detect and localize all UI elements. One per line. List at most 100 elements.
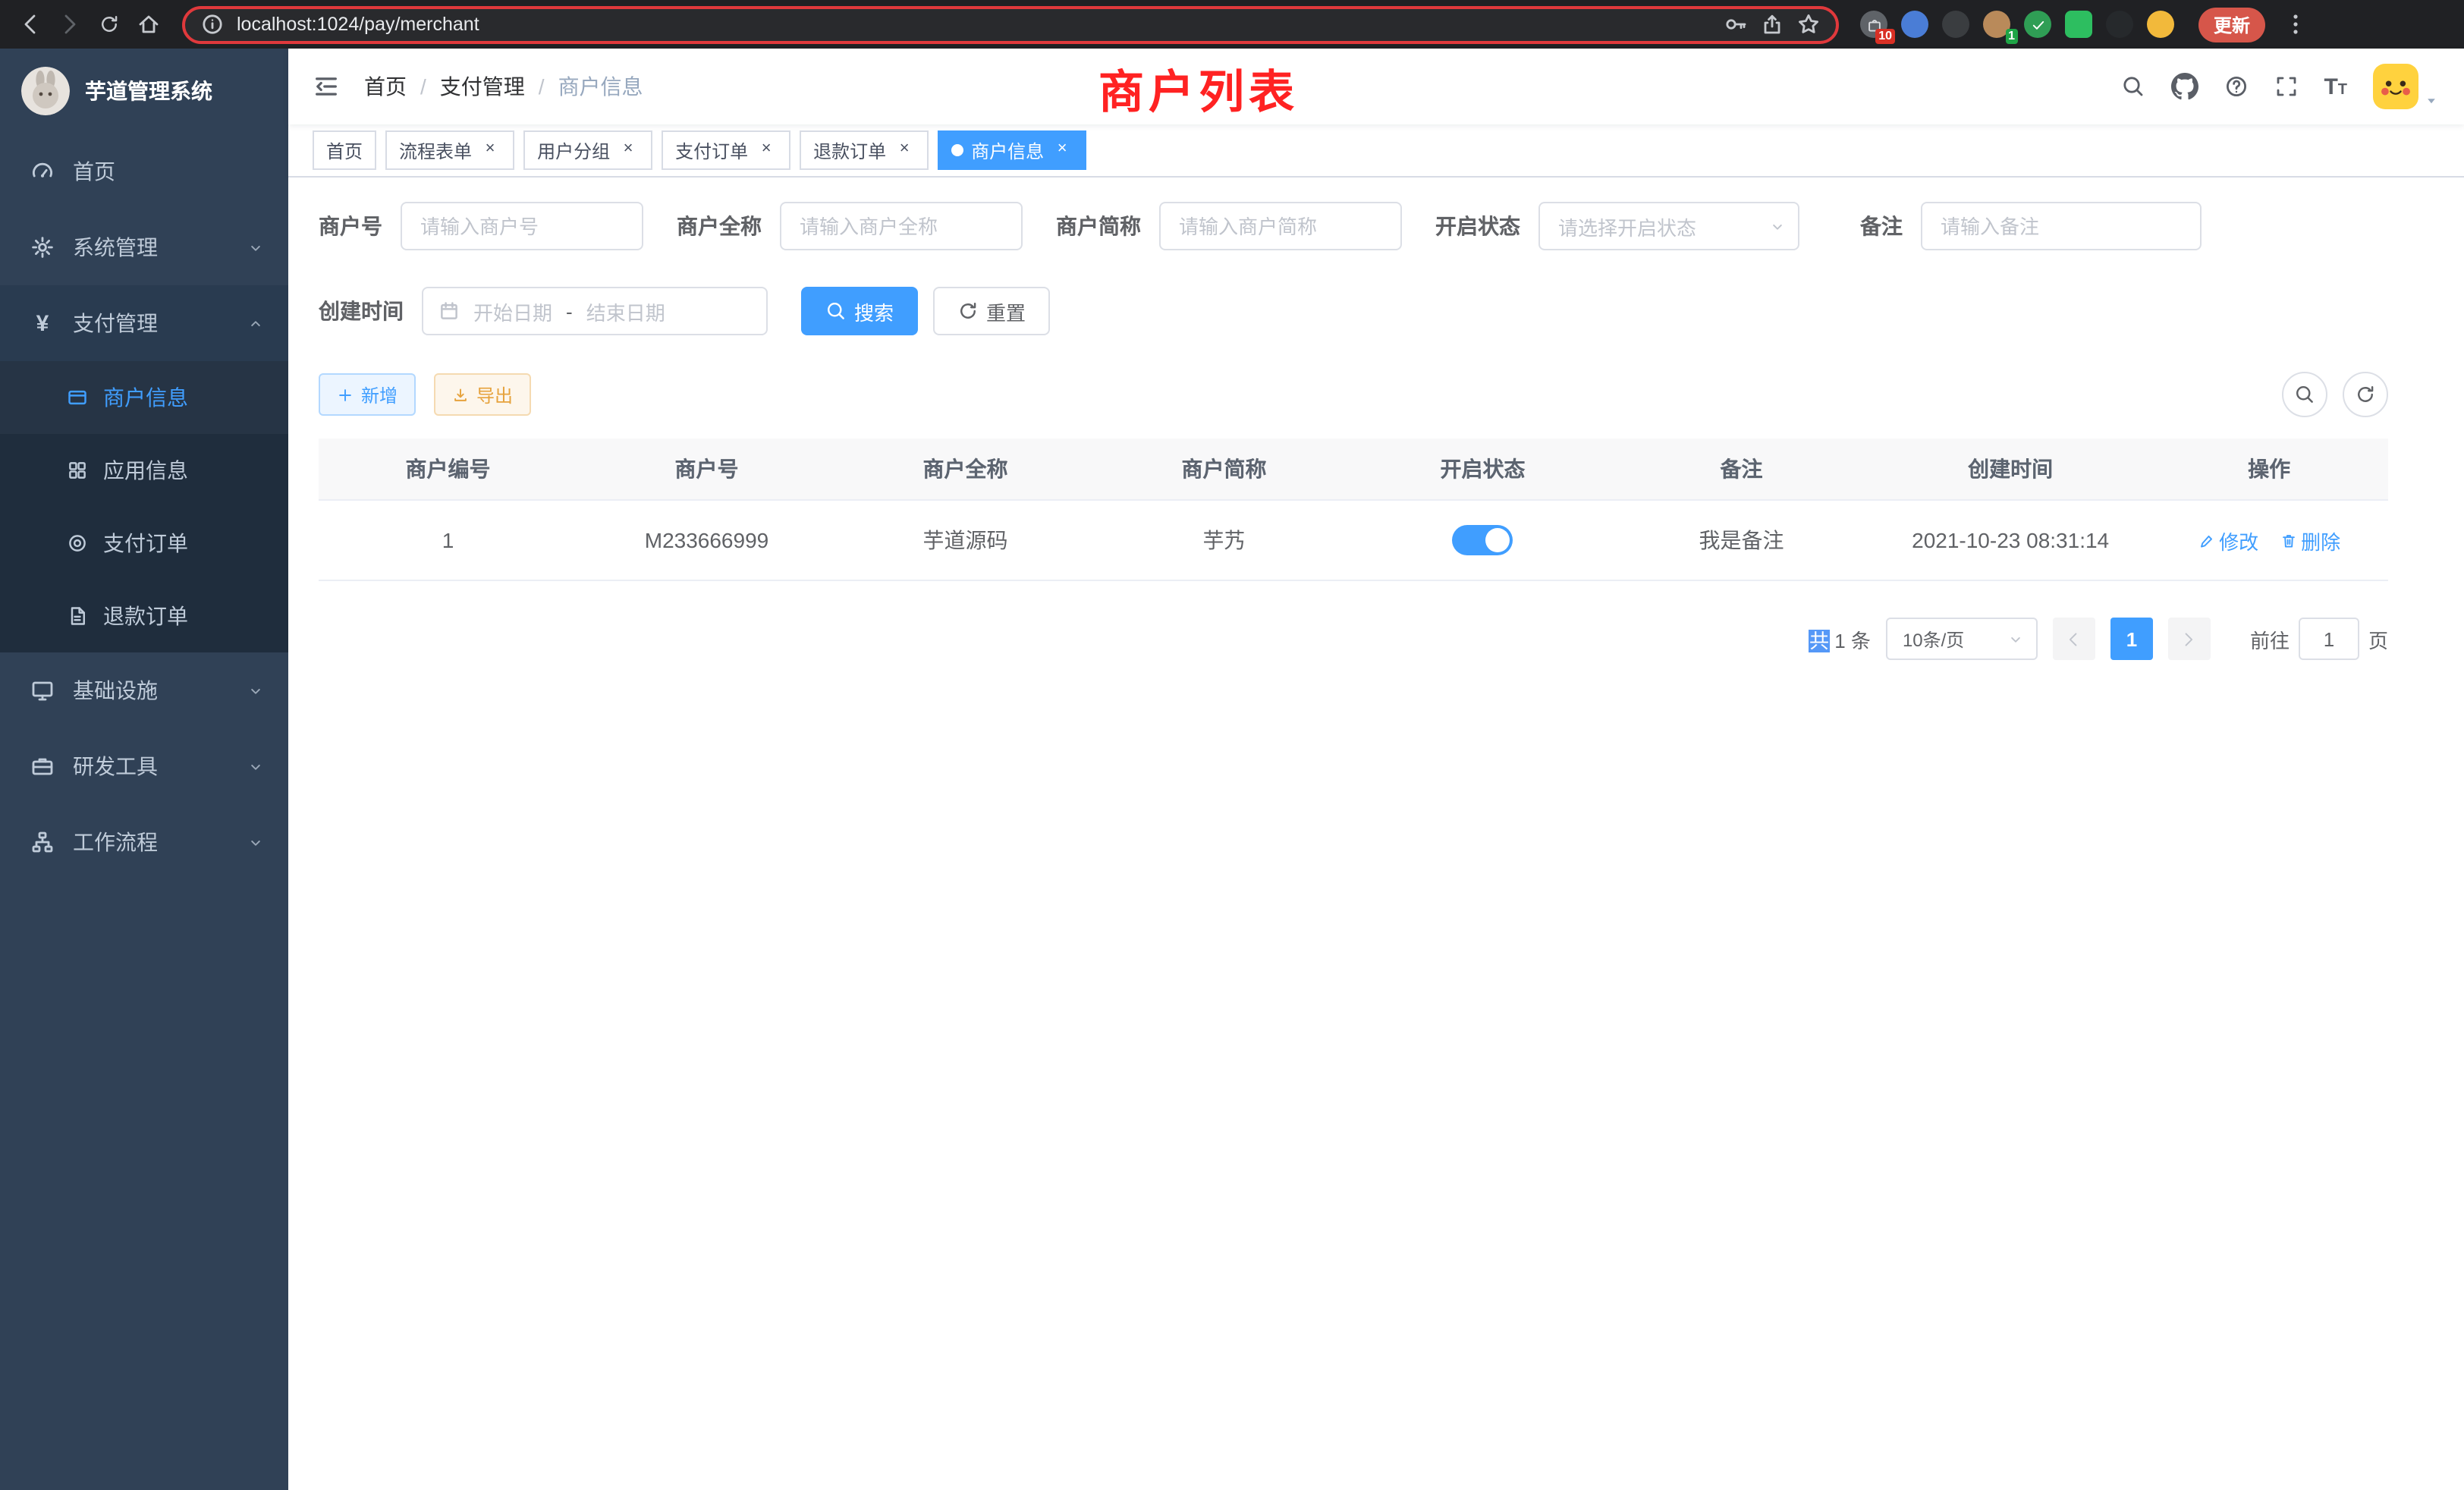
- next-page-button[interactable]: [2168, 618, 2211, 660]
- toolbox-icon: [30, 754, 55, 778]
- tab-user-group[interactable]: 用户分组×: [523, 130, 652, 170]
- sidebar-collapse-icon[interactable]: [313, 73, 340, 100]
- page-size-select[interactable]: 10条/页: [1886, 618, 2038, 660]
- sidebar-item-label: 商户信息: [103, 382, 188, 413]
- goto-page-input[interactable]: [2299, 618, 2359, 660]
- close-icon[interactable]: ×: [756, 140, 777, 161]
- sidebar-item-app-info[interactable]: 应用信息: [0, 434, 288, 507]
- extension-green-check-icon[interactable]: [2024, 11, 2051, 38]
- share-icon[interactable]: [1760, 12, 1784, 36]
- browser-back-button[interactable]: [15, 9, 46, 39]
- extension-badge-green: 1: [2005, 29, 2018, 44]
- goto-prefix: 前往: [2250, 624, 2290, 653]
- sidebar-item-infrastructure[interactable]: 基础设施: [0, 652, 288, 728]
- user-menu[interactable]: [2373, 64, 2440, 109]
- tab-merchant-info[interactable]: 商户信息×: [938, 130, 1086, 170]
- gear-icon: [30, 235, 55, 259]
- prev-page-button[interactable]: [2053, 618, 2095, 660]
- close-icon[interactable]: ×: [894, 140, 915, 161]
- tab-process-form[interactable]: 流程表单×: [385, 130, 514, 170]
- page-1-button[interactable]: 1: [2110, 618, 2153, 660]
- page-size-value: 10条/页: [1903, 626, 1964, 652]
- sidebar-item-system[interactable]: 系统管理: [0, 209, 288, 285]
- sidebar-item-pay-orders[interactable]: 支付订单: [0, 507, 288, 580]
- remark-input[interactable]: [1921, 202, 2202, 250]
- tab-pay-orders[interactable]: 支付订单×: [662, 130, 790, 170]
- close-icon[interactable]: ×: [479, 140, 501, 161]
- help-icon[interactable]: [2224, 74, 2248, 99]
- sidebar-logo: 芋道管理系统: [0, 49, 288, 134]
- sidebar-item-label: 工作流程: [73, 827, 158, 857]
- sidebar-menu: 首页 系统管理 ¥ 支付管理 商户信息: [0, 134, 288, 880]
- browser-forward-button[interactable]: [55, 9, 85, 39]
- edit-link[interactable]: 修改: [2198, 526, 2258, 555]
- status-select[interactable]: 请选择开启状态: [1538, 202, 1799, 250]
- delete-link[interactable]: 删除: [2280, 526, 2340, 555]
- pagination-total: 共 1 条: [1809, 624, 1871, 653]
- export-button[interactable]: 导出: [434, 373, 531, 416]
- close-icon[interactable]: ×: [1051, 140, 1073, 161]
- field-label: 商户简称: [1056, 211, 1141, 241]
- sidebar-item-merchant-info[interactable]: 商户信息: [0, 361, 288, 434]
- field-label: 商户全称: [677, 211, 762, 241]
- sidebar-item-workflow[interactable]: 工作流程: [0, 804, 288, 880]
- grid-icon: [67, 460, 88, 481]
- card-icon: [67, 387, 88, 408]
- short-name-input[interactable]: [1159, 202, 1402, 250]
- browser-reload-button[interactable]: [94, 9, 124, 39]
- extension-green-square-icon[interactable]: [2065, 11, 2092, 38]
- refresh-table-button[interactable]: [2343, 372, 2388, 417]
- navbar-actions: TT: [2120, 64, 2440, 109]
- sidebar-item-home[interactable]: 首页: [0, 134, 288, 209]
- sidebar-item-payment[interactable]: ¥ 支付管理: [0, 285, 288, 361]
- browser-home-button[interactable]: [134, 9, 164, 39]
- browser-menu-icon[interactable]: [2283, 12, 2308, 36]
- breadcrumb-payment[interactable]: 支付管理: [440, 71, 525, 102]
- tab-refund-orders[interactable]: 退款订单×: [800, 130, 929, 170]
- reset-button[interactable]: 重置: [933, 287, 1050, 335]
- filter-merchant-no: 商户号: [319, 202, 643, 250]
- pagination: 共 1 条 10条/页 1 前往 页: [319, 618, 2388, 660]
- target-icon: [67, 533, 88, 554]
- goto-suffix: 页: [2368, 624, 2388, 653]
- fullscreen-icon[interactable]: [2274, 74, 2298, 99]
- extensions-puzzle-icon[interactable]: 10: [1860, 11, 1887, 38]
- full-name-input[interactable]: [780, 202, 1023, 250]
- breadcrumb-separator: /: [420, 74, 426, 99]
- date-range-picker[interactable]: 开始日期 - 结束日期: [422, 287, 768, 335]
- chevron-up-icon: [247, 315, 264, 332]
- column-header: 商户简称: [1095, 454, 1353, 484]
- cell-merchant-id: 1: [319, 528, 577, 552]
- extension-blue-icon[interactable]: [1901, 11, 1928, 38]
- url-text: localhost:1024/pay/merchant: [237, 14, 1711, 35]
- button-label: 新增: [361, 382, 398, 407]
- font-size-icon[interactable]: TT: [2324, 75, 2347, 98]
- sidebar-item-refund-orders[interactable]: 退款订单: [0, 580, 288, 652]
- sidebar-item-dev-tools[interactable]: 研发工具: [0, 728, 288, 804]
- extension-avatar-icon[interactable]: 1: [1983, 11, 2010, 38]
- add-button[interactable]: 新增: [319, 373, 416, 416]
- app-frame: 芋道管理系统 首页 系统管理 ¥ 支付管理: [0, 49, 2464, 1490]
- github-icon[interactable]: [2170, 73, 2198, 100]
- workflow-icon: [30, 830, 55, 854]
- breadcrumb-home[interactable]: 首页: [364, 71, 407, 102]
- merchant-no-input[interactable]: [401, 202, 643, 250]
- browser-update-button[interactable]: 更新: [2198, 7, 2265, 42]
- extension-black-icon[interactable]: [2106, 11, 2133, 38]
- close-icon[interactable]: ×: [618, 140, 639, 161]
- search-button[interactable]: 搜索: [801, 287, 918, 335]
- site-info-icon[interactable]: [200, 12, 225, 36]
- date-end-placeholder: 结束日期: [586, 297, 665, 325]
- header-search-icon[interactable]: [2120, 74, 2145, 99]
- bookmark-star-icon[interactable]: [1796, 12, 1821, 36]
- extension-dark-icon[interactable]: [1942, 11, 1969, 38]
- toggle-search-button[interactable]: [2282, 372, 2327, 417]
- tab-home[interactable]: 首页: [313, 130, 376, 170]
- field-label: 创建时间: [319, 296, 404, 326]
- password-key-icon[interactable]: [1724, 12, 1748, 36]
- address-bar[interactable]: localhost:1024/pay/merchant: [182, 5, 1839, 43]
- status-toggle[interactable]: [1453, 525, 1513, 555]
- sidebar-item-label: 退款订单: [103, 601, 188, 631]
- profile-avatar-icon[interactable]: [2147, 11, 2174, 38]
- table-toolbar: 新增 导出: [319, 372, 2388, 417]
